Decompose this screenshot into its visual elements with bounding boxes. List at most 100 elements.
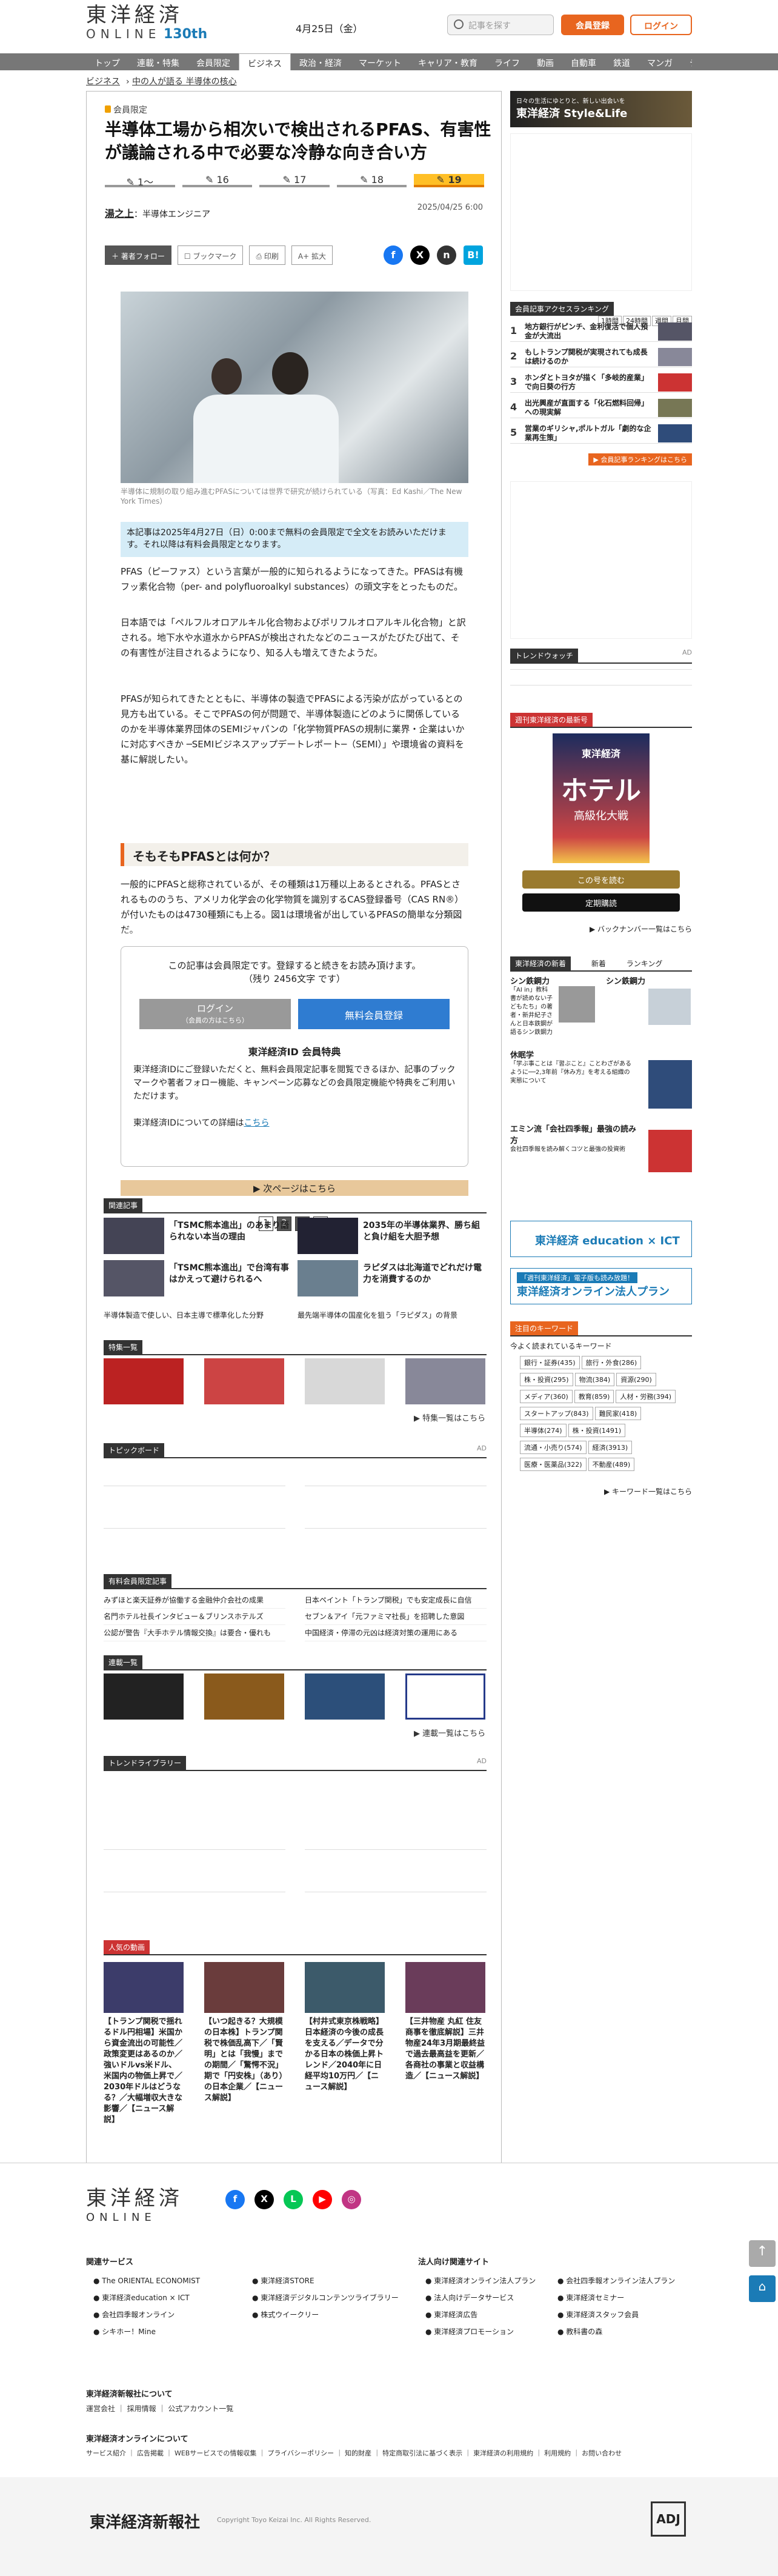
page-tab[interactable]: ✎ 18 [336,174,407,187]
footer-link[interactable]: ● 東洋経済STORE [252,2272,399,2289]
pick-item[interactable]: 休眠学 「学ぶ事ことは『習ぶこと』ことわざがあるように──2,3年前『休み方』を… [510,1049,692,1109]
keyword-chip[interactable]: 銀行・証券(435) [520,1356,580,1369]
paid-item[interactable]: 中国経済・停滞の元凶は経済対策の運用にある [305,1625,487,1641]
footer-link[interactable]: ● 教科書の森 [557,2323,675,2340]
print-button[interactable]: ⎙ 印刷 [249,245,285,265]
related-link[interactable]: 半導体製造で使しい、日本主導で標準化した分野 [104,1310,264,1320]
author-name[interactable]: 湯之上 [105,208,134,219]
nav-item[interactable]: 鉄道 [605,53,639,70]
features-more-link[interactable]: ▶ 特集一覧はこちら [414,1412,485,1423]
keyword-chip[interactable]: 教育(859) [574,1390,614,1403]
keyword-chip[interactable]: 物流(384) [574,1373,615,1386]
page-tab[interactable]: ✎ 17 [259,174,330,187]
online-links[interactable]: サービス紹介 ｜ 広告掲載 ｜ WEBサービスでの情報収集 ｜ プライバシーポリ… [86,2448,622,2458]
paid-item[interactable]: 名門ホテル社長インタビュー＆ブリンスホテルズ [104,1609,285,1625]
footer-link[interactable]: ● 東洋経済広告 [425,2306,536,2323]
facebook-icon[interactable]: f [384,245,403,265]
footer-link[interactable]: ● 東洋経済デジタルコンテンツライブラリー [252,2289,399,2306]
tab-toyokeizai-new[interactable]: 東洋経済の新着 [510,956,571,970]
keyword-chip[interactable]: 株・投資(1491) [568,1424,626,1437]
pick-item[interactable]: シン鉄鋼力 [606,975,691,1025]
footer-logo[interactable]: 東洋経済 ONLINE [86,2181,183,2224]
footer-link[interactable]: ● 会社四季報オンライン [93,2306,200,2323]
education-banner[interactable]: 東洋経済 education × ICT [510,1221,692,1257]
magazine-cover[interactable]: 東洋経済 ホテル 高級化大戦 [553,733,650,863]
style-life-banner[interactable]: 日々の生活にゆとりと、新しい出会いを 東洋経済 Style&Life [510,91,692,127]
related-item[interactable]: 「TSMC熊本進出」で台湾有事はかえって避けられるへ [104,1260,293,1298]
tab-ranking[interactable]: ランキング [627,959,663,968]
nav-item[interactable]: キャリア・教育 [410,53,486,70]
nav-item[interactable]: 会員限定 [188,53,239,70]
keyword-more-link[interactable]: ▶ キーワード一覧はこちら [510,1486,692,1497]
next-page-button[interactable]: ▶ 次ページはこちら [121,1180,468,1196]
related-item[interactable]: 「TSMC熊本進出」のあまり語られない本当の理由 [104,1218,293,1255]
backnumber-link[interactable]: ▶ バックナンバー一覧はこちら [510,924,692,934]
page-tab[interactable]: ✎ 16 [182,174,253,187]
keyword-chip[interactable]: 難民家(418) [594,1407,642,1420]
footer-link[interactable]: ● 東洋経済セミナー [557,2289,675,2306]
about-links[interactable]: 運営会社 ｜ 採用情報 ｜ 公式アカウント一覧 [86,2403,233,2414]
ranking-item[interactable]: 4 出光興産が直面する「化石燃料回帰」への現実解 [510,398,692,418]
page-tab[interactable]: ✎ 1〜 [105,174,175,188]
video-item[interactable]: 【トランプ関税で揺れるドル円相場】米国から資金流出の可能性／政策変更はあるのか／… [104,1962,184,2126]
site-logo[interactable]: 東洋経済 ONLINE 130th [86,4,207,46]
keyword-chip[interactable]: 半導体(274) [520,1424,567,1437]
magazine-buy-button[interactable]: この号を読む [522,870,680,889]
nav-item[interactable]: 連載・特集 [128,53,188,70]
paid-item[interactable]: みずほと楽天証券が協働する金融仲介会社の成果 [104,1592,285,1609]
footer-link[interactable]: ● 東洋経済スタッフ会員 [557,2306,675,2323]
nav-item[interactable]: 自動車 [562,53,605,70]
paywall-register-button[interactable]: 無料会員登録 [298,999,450,1029]
footer-link[interactable]: ● 会社四季報オンライン法人プラン [557,2272,675,2289]
keyword-chip[interactable]: 経済(3913) [588,1441,633,1454]
keyword-chip[interactable]: 株・投資(295) [520,1373,573,1386]
home-button[interactable]: ⌂ [749,2275,776,2302]
paywall-more-link[interactable]: こちら [244,1118,270,1128]
note-icon[interactable]: n [437,245,456,265]
youtube-icon[interactable]: ▶ [313,2190,332,2209]
series-tile[interactable] [204,1673,284,1720]
pick-item[interactable]: エミン流「会社四季報」最強の読み方 会社四季報を読み解くコツと最強の投資術 [510,1123,692,1172]
series-tile[interactable] [104,1673,184,1720]
hatena-icon[interactable]: B! [464,245,483,265]
video-item[interactable]: 【村井式東京株戦略】日本経済の今後の成長を支える／データで分かる日本の株価上昇ト… [305,1962,385,2093]
feature-tile[interactable] [305,1358,385,1404]
feature-tile[interactable] [204,1358,284,1404]
paid-item[interactable]: セブン＆アイ「元ファミマ社長」を招聘した意図 [305,1609,487,1625]
x-icon[interactable]: X [254,2190,274,2209]
video-item[interactable]: 【いつ起きる？大規模の日本株】トランプ関税で株価乱高下／「賢明」とは「我慢」まで… [204,1962,284,2104]
scroll-top-button[interactable]: ↑ [749,2240,776,2267]
nav-item[interactable]: 動画 [528,53,562,70]
keyword-chip[interactable]: メディア(360) [520,1390,573,1403]
ranking-item[interactable]: 1 地方銀行がピンチ、金利復活で個人預金が大流出 [510,321,692,342]
series-tile[interactable] [305,1673,385,1720]
nav-item[interactable]: トップ [86,53,128,70]
feature-tile[interactable] [405,1358,485,1404]
register-button[interactable]: 会員登録 [561,15,624,35]
footer-link[interactable]: ● 株式ウイークリー [252,2306,399,2323]
footer-link[interactable]: ● 東洋経済オンライン法人プラン [425,2272,536,2289]
magazine-subscribe-button[interactable]: 定期購読 [522,893,680,912]
ranking-item[interactable]: 2 もしトランプ関税が実現されても成長は続けるのか [510,347,692,367]
keyword-chip[interactable]: 資源(290) [616,1373,656,1386]
line-icon[interactable]: L [284,2190,303,2209]
paid-item[interactable]: 日本ペイント「トランプ関税」でも安定成長に自信 [305,1592,487,1609]
video-item[interactable]: 【三井物産 丸紅 住友商事を徹底解説】三井物産24年3月期最終益で過去最高益を更… [405,1962,485,2082]
keyword-chip[interactable]: 人材・労務(394) [616,1390,676,1403]
tab-new[interactable]: 新着 [591,959,606,968]
bookmark-button[interactable]: ☐ ブックマーク [177,245,244,265]
nav-item[interactable]: マンガ [639,53,681,70]
keyword-chip[interactable]: 不動産(489) [588,1458,635,1471]
login-button[interactable]: ログイン [630,15,692,35]
nav-item[interactable]: マーケット [350,53,410,70]
instagram-icon[interactable]: ◎ [342,2190,361,2209]
nav-item[interactable]: 政治・経済 [291,53,350,70]
nav-item[interactable]: ビジネス [239,53,291,70]
pick-item[interactable]: シン鉄鋼力 「AI in」教科書が読めない子どもたち」の著者・新井紀子さんと日本… [510,975,595,1037]
ranking-item[interactable]: 5 営業のギリシャ,ポルトガル「劇的な企業再生策」 [510,423,692,444]
footer-link[interactable]: ● 東洋経済プロモーション [425,2323,536,2340]
footer-link[interactable]: ● The ORIENTAL ECONOMIST [93,2272,200,2289]
follow-author-button[interactable]: ＋ 著者フォロー [105,245,171,265]
footer-link[interactable]: ● シキホー！Mine [93,2323,200,2340]
keyword-chip[interactable]: 流通・小売り(574) [520,1441,587,1454]
